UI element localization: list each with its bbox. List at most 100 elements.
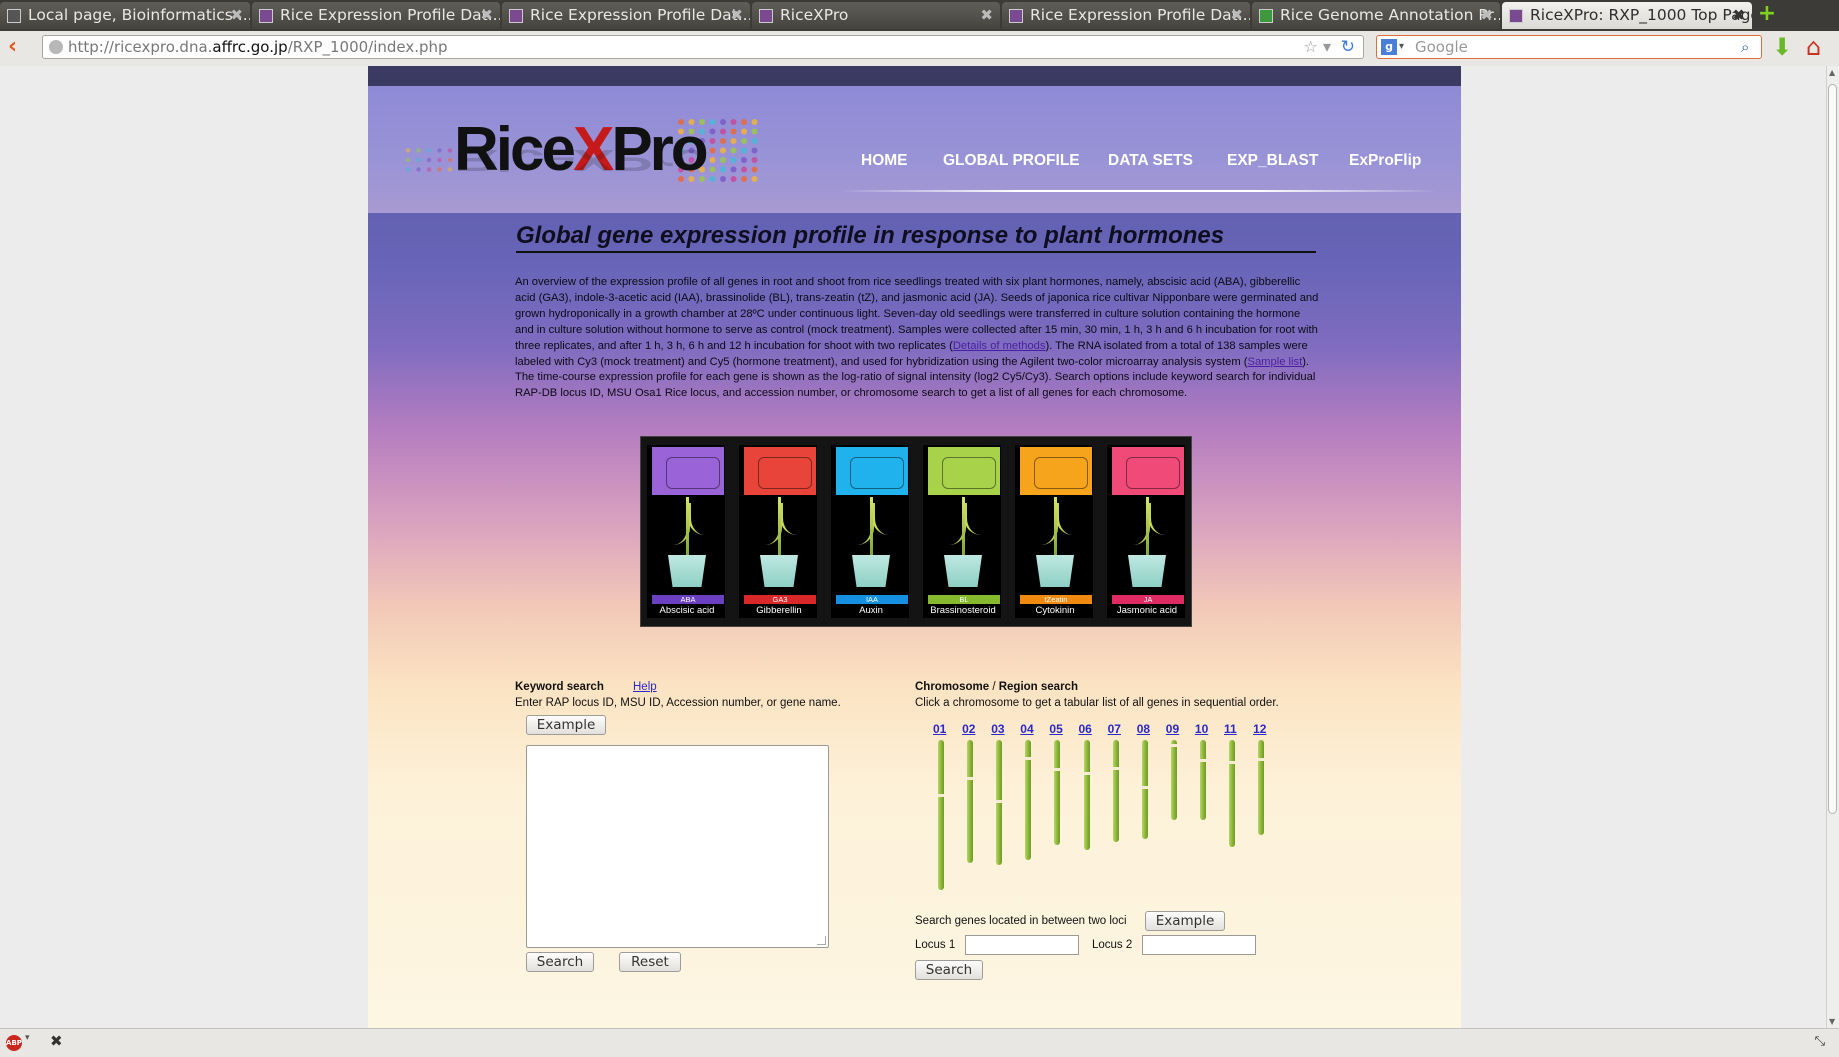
keyword-reset-button[interactable]: Reset bbox=[619, 952, 681, 972]
centromere-mark bbox=[1141, 786, 1148, 789]
reload-icon[interactable]: ↻ bbox=[1341, 36, 1355, 58]
chromosome-bar-06[interactable] bbox=[1083, 740, 1090, 850]
chromosome-link-08[interactable]: 08 bbox=[1137, 722, 1150, 736]
hormone-card-bl[interactable]: BL Brassinosteroid bbox=[923, 445, 1001, 618]
chromosome-bar-01[interactable] bbox=[938, 740, 944, 890]
nav-exproflip[interactable]: ExProFlip bbox=[1349, 152, 1421, 170]
chromosome-link-06[interactable]: 06 bbox=[1079, 722, 1092, 736]
sample-list-link[interactable]: Sample list bbox=[1247, 356, 1302, 368]
centromere-mark bbox=[1229, 761, 1235, 764]
bookmark-star-icon[interactable]: ☆ ▾ bbox=[1304, 36, 1331, 58]
hormone-card-ja[interactable]: JA Jasmonic acid bbox=[1107, 445, 1185, 618]
search-bar[interactable]: g ▾ Google ⌕ bbox=[1376, 35, 1762, 59]
close-icon[interactable]: ✖ bbox=[50, 1032, 63, 1050]
page-favicon-icon bbox=[7, 9, 21, 23]
tab-7-active[interactable]: RiceXPro: RXP_1000 Top Page ✖ bbox=[1502, 2, 1752, 29]
chromosome-bar-12[interactable] bbox=[1258, 740, 1265, 835]
back-arrow-icon[interactable]: ‹ bbox=[8, 36, 32, 60]
chevron-down-icon[interactable]: ▾ bbox=[25, 1033, 30, 1043]
chromosome-bar-09[interactable] bbox=[1170, 740, 1177, 820]
keyword-textarea[interactable] bbox=[526, 745, 829, 948]
close-tab-icon[interactable]: ✖ bbox=[1732, 2, 1745, 29]
tab-1[interactable]: Local page, Bioinformatics ... ✖ bbox=[0, 2, 250, 29]
chromosome-link-02[interactable]: 02 bbox=[962, 722, 975, 736]
chromosome-link-10[interactable]: 10 bbox=[1195, 722, 1208, 736]
chromosome-bar-05[interactable] bbox=[1054, 740, 1061, 845]
tab-4[interactable]: RiceXPro ✖ bbox=[752, 2, 1000, 29]
tab-title: RiceXPro: RXP_1000 Top Page bbox=[1530, 6, 1752, 24]
close-tab-icon[interactable]: ✖ bbox=[730, 2, 743, 29]
page-title: Global gene expression profile in respon… bbox=[516, 222, 1316, 253]
leaf-icon bbox=[1056, 503, 1073, 535]
hormone-abbr: BL bbox=[928, 595, 1000, 604]
scroll-down-icon[interactable]: ▼ bbox=[1829, 1017, 1835, 1026]
chromosome-bar-10[interactable] bbox=[1199, 740, 1206, 820]
address-bar[interactable]: http://ricexpro.dna.affrc.go.jp/RXP_1000… bbox=[42, 35, 1364, 59]
locus1-input[interactable] bbox=[965, 935, 1079, 955]
chromosome-link-12[interactable]: 12 bbox=[1253, 722, 1266, 736]
magnifier-icon[interactable]: ⌕ bbox=[1741, 39, 1757, 55]
centromere-mark bbox=[1199, 759, 1206, 762]
tab-2[interactable]: Rice Expression Profile Dat... ✖ bbox=[252, 2, 500, 29]
resize-icon[interactable]: ⤡ bbox=[1815, 1034, 1825, 1049]
hormone-card-iaa[interactable]: IAA Auxin bbox=[831, 445, 909, 618]
hormone-card-tzeatin[interactable]: tZeatin Cytokinin bbox=[1015, 445, 1093, 618]
details-of-methods-link[interactable]: Details of methods bbox=[953, 340, 1046, 352]
keyword-search-button[interactable]: Search bbox=[526, 952, 594, 972]
chevron-down-icon[interactable]: ▾ bbox=[1399, 36, 1404, 58]
region-search-button[interactable]: Search bbox=[915, 960, 983, 980]
home-icon[interactable]: ⌂ bbox=[1806, 33, 1821, 61]
new-tab-icon[interactable]: + bbox=[1756, 3, 1778, 26]
chromosome-bar-11[interactable] bbox=[1229, 740, 1235, 847]
close-tab-icon[interactable]: ✖ bbox=[230, 2, 243, 29]
tab-6[interactable]: Rice Genome Annotation Pr... ✖ bbox=[1252, 2, 1500, 29]
nav-data-sets[interactable]: DATA SETS bbox=[1108, 152, 1193, 170]
chromosome-link-07[interactable]: 07 bbox=[1108, 722, 1121, 736]
chromosome-bar-07[interactable] bbox=[1112, 740, 1119, 842]
chromosome-link-09[interactable]: 09 bbox=[1166, 722, 1179, 736]
vertical-scrollbar[interactable]: ▲ ▼ bbox=[1826, 66, 1839, 1028]
chromosome-bar-03[interactable] bbox=[996, 740, 1003, 865]
close-tab-icon[interactable]: ✖ bbox=[1480, 2, 1493, 29]
region-example-button[interactable]: Example bbox=[1145, 911, 1225, 931]
nav-home[interactable]: HOME bbox=[861, 152, 908, 170]
scroll-up-icon[interactable]: ▲ bbox=[1829, 68, 1835, 77]
resize-grip-icon[interactable] bbox=[817, 936, 826, 945]
chromosome-bar-08[interactable] bbox=[1141, 740, 1148, 839]
download-icon[interactable]: ⬇ bbox=[1772, 33, 1792, 61]
chromosome-bar-02[interactable] bbox=[967, 740, 974, 863]
hormone-card-aba[interactable]: ABA Abscisic acid bbox=[647, 445, 725, 618]
leaf-icon bbox=[872, 503, 889, 535]
keyword-example-button[interactable]: Example bbox=[526, 715, 606, 735]
hormone-card-ga3[interactable]: GA3 Gibberellin bbox=[739, 445, 817, 618]
close-tab-icon[interactable]: ✖ bbox=[980, 2, 993, 29]
hormone-abbr: ABA bbox=[652, 595, 724, 604]
molecule-structure-icon bbox=[744, 447, 816, 495]
centromere-mark bbox=[996, 800, 1003, 803]
page-favicon-icon bbox=[259, 9, 273, 23]
chromosome-link-04[interactable]: 04 bbox=[1020, 722, 1033, 736]
close-tab-icon[interactable]: ✖ bbox=[1230, 2, 1243, 29]
hormone-panel: ABA Abscisic acid GA3 Gibberellin IAA Auxin BL… bbox=[640, 436, 1192, 627]
help-link[interactable]: Help bbox=[633, 681, 657, 693]
adblock-icon[interactable]: ABP bbox=[6, 1035, 22, 1051]
hormone-name: Abscisic acid bbox=[659, 605, 715, 616]
chromosome-link-11[interactable]: 11 bbox=[1224, 722, 1237, 736]
tab-5[interactable]: Rice Expression Profile Dat... ✖ bbox=[1002, 2, 1250, 29]
locus2-input[interactable] bbox=[1142, 935, 1256, 955]
chromosome-link-03[interactable]: 03 bbox=[991, 722, 1004, 736]
pot-icon bbox=[668, 555, 706, 587]
g-icon[interactable]: g bbox=[1381, 39, 1397, 55]
pot-icon bbox=[1036, 555, 1074, 587]
site-header: RiceXPro RiceXPro HOME GLOBAL PROFILE DA… bbox=[368, 86, 1461, 213]
nav-exp-blast[interactable]: EXP_BLAST bbox=[1227, 152, 1318, 170]
centromere-mark bbox=[1112, 767, 1119, 770]
chromosome-bar-04[interactable] bbox=[1025, 740, 1032, 860]
nav-global-profile[interactable]: GLOBAL PROFILE bbox=[943, 152, 1080, 170]
centromere-mark bbox=[938, 794, 944, 797]
tab-3[interactable]: Rice Expression Profile Dat... ✖ bbox=[502, 2, 750, 29]
chromosome-link-01[interactable]: 01 bbox=[933, 722, 946, 736]
chromosome-link-05[interactable]: 05 bbox=[1049, 722, 1062, 736]
close-tab-icon[interactable]: ✖ bbox=[480, 2, 493, 29]
scrollbar-thumb[interactable] bbox=[1828, 84, 1837, 814]
